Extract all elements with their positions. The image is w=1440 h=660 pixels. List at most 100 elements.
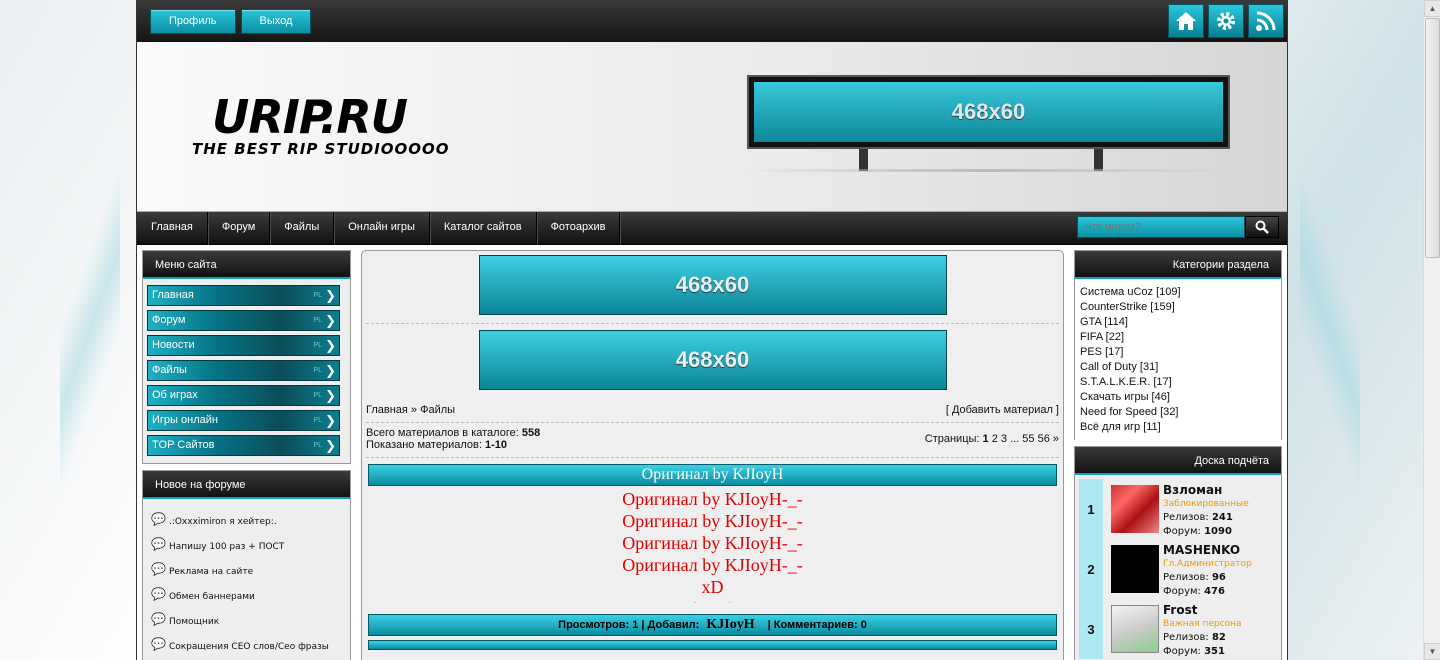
main-content: 468x60 468x60 Главная » Файлы [ Добавить… [361,250,1064,660]
menu-item-top-sites[interactable]: TOP Сайтов PL ❯ [147,435,340,456]
pages-label: Страницы: [924,433,980,445]
entry-line: Оригинал by KJIoyH-_- [622,533,803,553]
site-menu-title: Меню сайта [143,251,350,279]
releases-label: Релизов: [1163,572,1209,583]
ad-banner[interactable]: 468x60 [478,330,947,390]
user-name[interactable]: MASHENKO [1163,543,1252,557]
forum-topic-item[interactable]: 💬 Сокращения СЕО слов/Сео фразы [143,634,350,659]
menu-item-news[interactable]: Новости PL ❯ [147,335,340,356]
forum-topic-item[interactable]: 💬 Обмен баннерами [143,584,350,609]
scrollbar-thumb[interactable] [1425,18,1440,258]
header-banner[interactable]: 468x60 [747,75,1230,149]
breadcrumb[interactable]: Главная » Файлы [366,404,455,416]
top-bar: Профиль Выход [137,0,1287,42]
next-entry-title[interactable] [368,640,1057,650]
category-link[interactable]: Всё для игр [11] [1080,420,1276,435]
avatar[interactable] [1111,545,1159,593]
nav-forum[interactable]: Форум [208,211,271,245]
forum-topic-item[interactable]: 💬 Помощник [143,609,350,634]
shown-value: 1-10 [484,439,507,451]
page-links[interactable]: 2 3 ... 55 56 » [992,433,1059,445]
leaderboard-title: Доска подчёта [1075,447,1281,475]
leaderboard-entry[interactable]: 1 Взломан Заблокированные Релизов: 241 Ф… [1079,479,1281,539]
home-icon[interactable] [1168,4,1204,38]
forum-new-panel: Новое на форуме 💬 .:Oxxximiron я хейтер:.… [142,470,351,660]
categories-panel: Категории раздела Система uCoz [109] Cou… [1074,250,1282,441]
menu-item-home[interactable]: Главная PL ❯ [147,285,340,306]
breadcrumb-row: Главная » Файлы [ Добавить материал ] [362,404,1063,416]
forum-value: 1090 [1204,526,1232,537]
entry-comments[interactable]: | Комментариев: 0 [768,619,867,631]
entry-line: Оригинал by KJIoyH-_- [622,555,803,575]
rss-icon[interactable] [1248,4,1284,38]
leaderboard-rank: 3 [1079,599,1103,659]
ad-banner[interactable]: 468x60 [478,255,947,315]
menu-item-files[interactable]: Файлы PL ❯ [147,360,340,381]
page-scrollbar[interactable]: ▲ ▼ [1423,0,1440,660]
nav-home[interactable]: Главная [137,211,208,245]
chevron-right-icon: ❯ [325,288,336,303]
forum-label: Форум: [1163,646,1201,657]
forum-topic-label: Реклама на сайте [168,566,254,577]
entry-body: Оригинал by KJIoyH-_- Оригинал by KJIoyH… [362,488,1063,598]
search-input[interactable] [1077,216,1245,238]
site-logo[interactable]: URIP.RU [212,90,408,144]
category-link[interactable]: Скачать игры [46] [1080,390,1276,405]
category-link[interactable]: CounterStrike [159] [1080,300,1276,315]
menu-item-online-games[interactable]: Игры онлайн PL ❯ [147,410,340,431]
menu-item-badge: PL [313,292,322,299]
menu-item-forum[interactable]: Форум PL ❯ [147,310,340,331]
category-link[interactable]: Система uCoz [109] [1080,285,1276,300]
gear-icon[interactable] [1208,4,1244,38]
scroll-down-icon[interactable]: ▼ [1424,643,1440,660]
logout-button[interactable]: Выход [240,8,312,34]
speech-bubble-icon: 💬 [151,586,166,601]
leaderboard-entry[interactable]: 2 MASHENKO Гл.Администратор Релизов: 96 … [1079,539,1281,599]
nav-photo-archive[interactable]: Фотоархив [537,211,621,245]
divider [366,457,1059,458]
avatar[interactable] [1111,485,1159,533]
search-button[interactable] [1245,216,1279,238]
header-banner-label: 468x60 [754,82,1223,142]
menu-item-about-games[interactable]: Об играх PL ❯ [147,385,340,406]
user-role: Заблокированные [1163,499,1249,509]
banner-shadow [747,169,1230,172]
menu-item-label: Об играх [152,389,198,401]
scroll-up-icon[interactable]: ▲ [1424,0,1440,17]
site-wrapper: Профиль Выход URIP.RU THE BEST RIP STUDI… [136,0,1288,660]
leaderboard-entry[interactable]: 3 Frost Важная персона Релизов: 82 Форум… [1079,599,1281,659]
category-link[interactable]: Need for Speed [32] [1080,405,1276,420]
forum-topic-item[interactable]: 💬 Напишу 100 раз + ПОСТ [143,534,350,559]
category-link[interactable]: Call of Duty [31] [1080,360,1276,375]
speech-bubble-icon: 💬 [151,636,166,651]
speech-bubble-icon: 💬 [151,611,166,626]
releases-label: Релизов: [1163,512,1209,523]
entry-author[interactable]: KJIoyH [706,617,754,632]
add-material-link[interactable]: [ Добавить материал ] [946,404,1059,416]
nav-site-catalog[interactable]: Каталог сайтов [430,211,537,245]
nav-online-games[interactable]: Онлайн игры [334,211,430,245]
category-link[interactable]: S.T.A.L.K.E.R. [17] [1080,375,1276,390]
banner-leg [859,149,868,171]
entry-line: xD [701,577,724,597]
divider [366,323,1059,324]
chevron-right-icon: ❯ [325,338,336,353]
forum-topic-item[interactable]: 💬 Реклама на сайте [143,559,350,584]
user-name[interactable]: Взломан [1163,483,1249,497]
menu-item-label: TOP Сайтов [152,439,215,451]
category-link[interactable]: FIFA [22] [1080,330,1276,345]
forum-topic-label: Сокращения СЕО слов/Сео фразы [168,641,329,652]
forum-value: 351 [1204,646,1225,657]
entry-title[interactable]: Оригинал by KJIoyH [368,464,1057,486]
user-name[interactable]: Frost [1163,603,1241,617]
forum-topic-item[interactable]: 💬 .:Oxxximiron я хейтер:. [143,509,350,534]
avatar[interactable] [1111,605,1159,653]
category-link[interactable]: PES [17] [1080,345,1276,360]
user-role: Важная персона [1163,619,1242,629]
category-link[interactable]: GTA [114] [1080,315,1276,330]
profile-button[interactable]: Профиль [150,8,236,34]
nav-files[interactable]: Файлы [270,211,335,245]
menu-item-badge: PL [313,442,322,449]
site-menu-list: Главная PL ❯ Форум PL ❯ Новости PL ❯ Файлы PL ❯ … [143,279,350,456]
pagination: Страницы: 1 2 3 ... 55 56 » [925,433,1059,445]
